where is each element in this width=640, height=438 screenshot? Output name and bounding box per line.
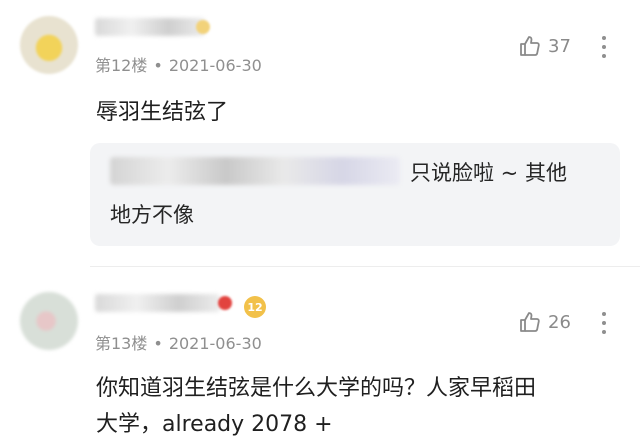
comment-text: 辱羽生结弦了 xyxy=(96,100,229,125)
quoted-reply[interactable]: 只说脸啦 ~ 其他 地方不像 xyxy=(90,143,620,246)
like-count: 26 xyxy=(548,311,571,333)
comment-date: 2021-06-30 xyxy=(168,334,262,353)
quoted-text-line1: 只说脸啦 ~ 其他 xyxy=(410,161,567,185)
like-button[interactable]: 26 xyxy=(518,310,571,334)
comment-meta: 第13楼 • 2021-06-30 xyxy=(95,330,262,354)
meta-separator: • xyxy=(153,56,163,75)
badge-icon xyxy=(196,20,210,34)
username-blurred[interactable] xyxy=(95,18,205,36)
like-count: 37 xyxy=(548,35,571,57)
quoted-text-line2: 地方不像 xyxy=(110,203,194,227)
comment-text-line2: 大学，already 2078 + xyxy=(96,412,333,437)
avatar[interactable] xyxy=(20,16,78,74)
like-button[interactable]: 37 xyxy=(518,34,571,58)
comment-text-line1: 你知道羽生结弦是什么大学的吗？人家早稻田 xyxy=(96,376,537,401)
comment-meta: 第12楼 • 2021-06-30 xyxy=(95,52,262,76)
thumbs-up-icon xyxy=(520,36,540,56)
level-number: 12 xyxy=(247,300,263,314)
thumbs-up-icon xyxy=(520,312,540,332)
floor-number: 第12楼 xyxy=(95,56,148,75)
avatar[interactable] xyxy=(20,292,78,350)
more-options-icon[interactable] xyxy=(601,36,607,58)
comment-date: 2021-06-30 xyxy=(168,56,262,75)
floor-number: 第13楼 xyxy=(95,334,148,353)
quoted-username-blurred xyxy=(110,157,400,185)
divider xyxy=(90,266,640,267)
level-badge: 12 xyxy=(244,296,266,318)
more-options-icon[interactable] xyxy=(601,312,607,334)
badge-icon xyxy=(218,296,232,310)
meta-separator: • xyxy=(153,334,163,353)
username-blurred[interactable] xyxy=(95,294,220,312)
